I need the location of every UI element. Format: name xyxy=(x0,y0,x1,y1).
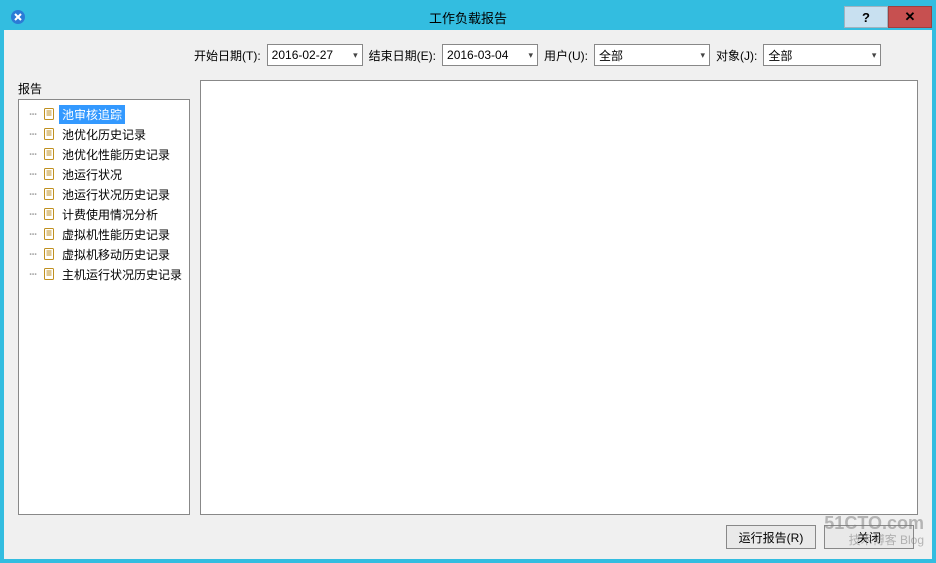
tree-connector: ⋯ xyxy=(27,147,39,161)
tree-item[interactable]: ⋯ 虚拟机性能历史记录 xyxy=(21,224,187,244)
chevron-down-icon: ▾ xyxy=(700,50,705,61)
report-icon xyxy=(42,207,56,221)
report-icon xyxy=(42,167,56,181)
tree-item[interactable]: ⋯ 虚拟机移动历史记录 xyxy=(21,244,187,264)
object-value: 全部 xyxy=(768,47,792,64)
object-label: 对象(J): xyxy=(716,47,757,64)
end-date-dropdown[interactable]: 2016-03-04 ▾ xyxy=(442,44,538,66)
tree-item[interactable]: ⋯ 主机运行状况历史记录 xyxy=(21,264,187,284)
report-icon xyxy=(42,267,56,281)
tree-connector: ⋯ xyxy=(27,247,39,261)
tree-item[interactable]: ⋯ 池优化历史记录 xyxy=(21,124,187,144)
chevron-down-icon: ▾ xyxy=(872,50,877,61)
tree-item-label: 池优化历史记录 xyxy=(59,125,149,144)
close-dialog-button[interactable]: 关闭 xyxy=(824,525,914,549)
tree-item[interactable]: ⋯ 池运行状况 xyxy=(21,164,187,184)
window-controls: ? ✕ xyxy=(844,6,932,28)
report-icon xyxy=(42,187,56,201)
chevron-down-icon: ▾ xyxy=(353,50,358,61)
dialog-window: 工作负载报告 ? ✕ 开始日期(T): 2016-02-27 ▾ 结束日期(E)… xyxy=(0,0,936,563)
report-icon xyxy=(42,147,56,161)
detail-panel xyxy=(200,80,918,515)
tree-connector: ⋯ xyxy=(27,107,39,121)
user-dropdown[interactable]: 全部 ▾ xyxy=(594,44,710,66)
tree-connector: ⋯ xyxy=(27,187,39,201)
tree-item-label: 池运行状况 xyxy=(59,165,125,184)
object-dropdown[interactable]: 全部 ▾ xyxy=(763,44,881,66)
close-button[interactable]: ✕ xyxy=(888,6,932,28)
tree-connector: ⋯ xyxy=(27,227,39,241)
user-label: 用户(U): xyxy=(544,47,588,64)
content-area: 开始日期(T): 2016-02-27 ▾ 结束日期(E): 2016-03-0… xyxy=(4,30,932,559)
tree-item-label: 池运行状况历史记录 xyxy=(59,185,173,204)
button-row: 运行报告(R) 关闭 xyxy=(18,515,918,553)
tree-item-label: 虚拟机移动历史记录 xyxy=(59,245,173,264)
run-report-button[interactable]: 运行报告(R) xyxy=(726,525,816,549)
report-icon xyxy=(42,227,56,241)
titlebar: 工作负载报告 ? ✕ xyxy=(4,4,932,30)
report-icon xyxy=(42,107,56,121)
tree-connector: ⋯ xyxy=(27,167,39,181)
end-date-value: 2016-03-04 xyxy=(447,48,508,62)
tree-connector: ⋯ xyxy=(27,207,39,221)
end-date-label: 结束日期(E): xyxy=(369,47,436,64)
tree-item[interactable]: ⋯ 池优化性能历史记录 xyxy=(21,144,187,164)
app-icon xyxy=(10,9,26,25)
tree-item[interactable]: ⋯ 计费使用情况分析 xyxy=(21,204,187,224)
tree-connector: ⋯ xyxy=(27,127,39,141)
tree-item-label: 虚拟机性能历史记录 xyxy=(59,225,173,244)
tree-item[interactable]: ⋯ 池运行状况历史记录 xyxy=(21,184,187,204)
start-date-label: 开始日期(T): xyxy=(194,47,261,64)
tree-item-label: 池审核追踪 xyxy=(59,105,125,124)
help-button[interactable]: ? xyxy=(844,6,888,28)
start-date-dropdown[interactable]: 2016-02-27 ▾ xyxy=(267,44,363,66)
tree-connector: ⋯ xyxy=(27,267,39,281)
window-title: 工作负载报告 xyxy=(4,8,932,27)
tree-item-label: 计费使用情况分析 xyxy=(59,205,161,224)
tree-item-label: 池优化性能历史记录 xyxy=(59,145,173,164)
main-area: 报告 ⋯ 池审核追踪 ⋯ 池优化历史记录 ⋯ 池优化性能历史记录 ⋯ 池运行状况 ⋯ 池运行状况历… xyxy=(18,80,918,515)
report-icon xyxy=(42,247,56,261)
tree-heading: 报告 xyxy=(18,80,190,97)
report-icon xyxy=(42,127,56,141)
tree-section: 报告 ⋯ 池审核追踪 ⋯ 池优化历史记录 ⋯ 池优化性能历史记录 ⋯ 池运行状况 ⋯ 池运行状况历… xyxy=(18,80,190,515)
filter-bar: 开始日期(T): 2016-02-27 ▾ 结束日期(E): 2016-03-0… xyxy=(18,44,918,66)
start-date-value: 2016-02-27 xyxy=(272,48,333,62)
user-value: 全部 xyxy=(599,47,623,64)
tree-panel: ⋯ 池审核追踪 ⋯ 池优化历史记录 ⋯ 池优化性能历史记录 ⋯ 池运行状况 ⋯ 池运行状况历史记录… xyxy=(18,99,190,515)
chevron-down-icon: ▾ xyxy=(528,50,533,61)
tree-item-label: 主机运行状况历史记录 xyxy=(59,265,185,284)
tree-item[interactable]: ⋯ 池审核追踪 xyxy=(21,104,187,124)
